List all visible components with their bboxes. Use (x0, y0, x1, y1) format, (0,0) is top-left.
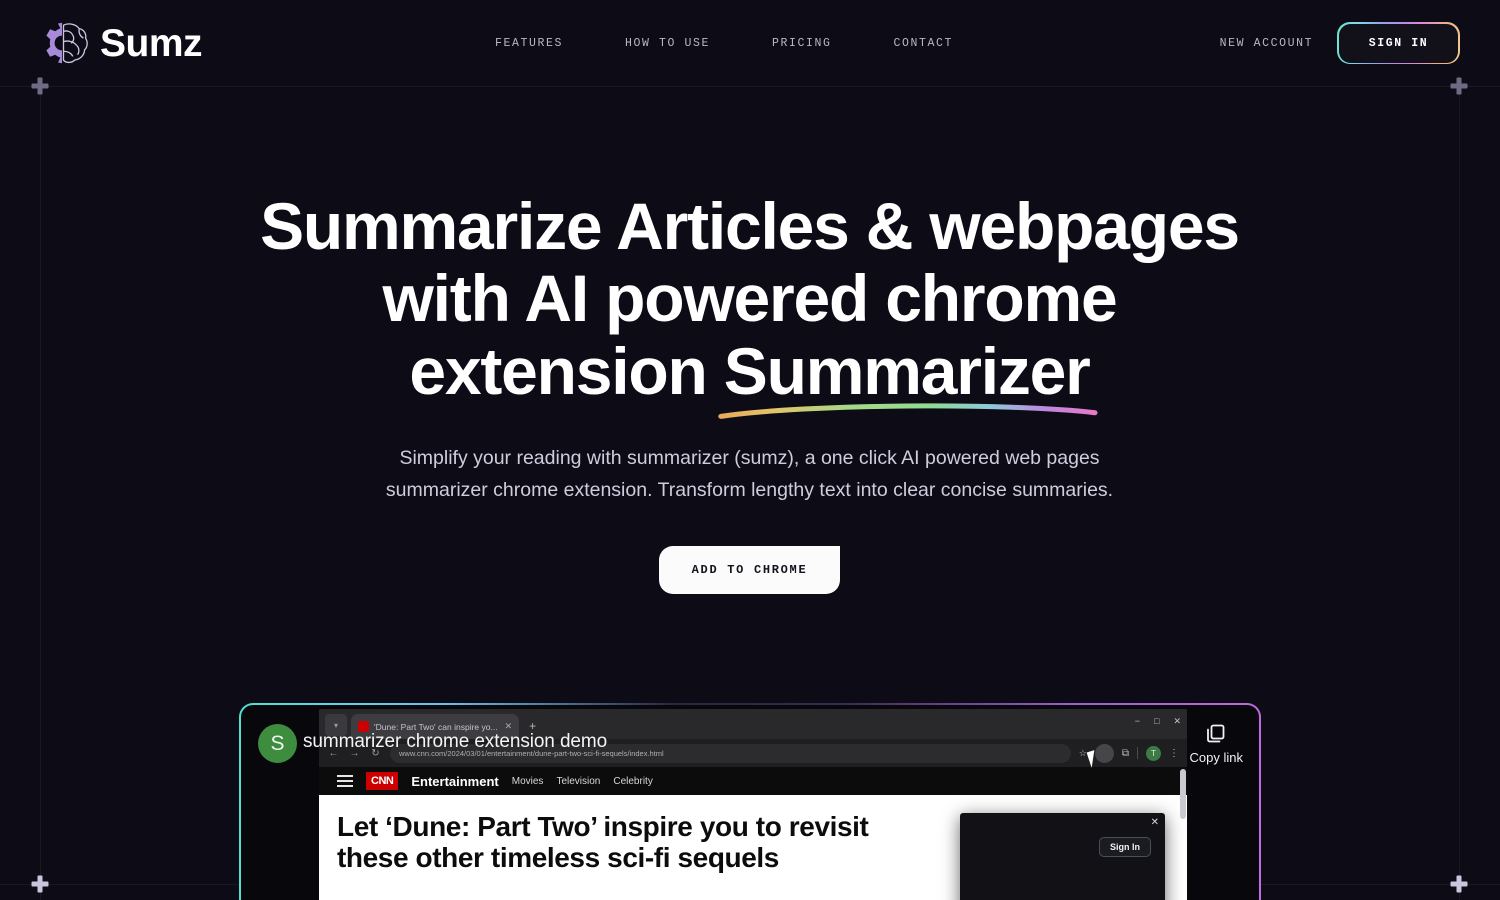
cnn-link-television[interactable]: Television (556, 776, 600, 787)
extension-sign-in-button[interactable]: Sign In (1099, 837, 1151, 857)
hero-highlight-text: Summarizer (723, 333, 1091, 408)
brand-logo[interactable]: Sumz (38, 17, 203, 69)
main-nav: FEATURES HOW TO USE PRICING CONTACT (495, 37, 953, 50)
gear-brain-icon (46, 22, 88, 64)
cnn-link-movies[interactable]: Movies (512, 776, 544, 787)
window-minimize-icon[interactable]: − (1135, 716, 1140, 727)
nav-item-pricing[interactable]: PRICING (772, 37, 832, 50)
sign-in-button-border: SIGN IN (1337, 21, 1460, 65)
nav-item-features[interactable]: FEATURES (495, 37, 563, 50)
window-maximize-icon[interactable]: □ (1154, 716, 1159, 727)
cnn-logo[interactable]: CNN (366, 772, 399, 790)
video-title: summarizer chrome extension demo (303, 731, 608, 752)
nav-item-how-to-use[interactable]: HOW TO USE (625, 37, 710, 50)
hero-title-line-1: Summarize Articles & webpages (260, 189, 1240, 263)
page-root: Sumz FEATURES HOW TO USE PRICING CONTACT… (0, 0, 1500, 900)
hero-subtitle: Simplify your reading with summarizer (s… (385, 446, 1114, 501)
page-title: Summarize Articles & webpages with AI po… (245, 189, 1255, 419)
window-controls: − □ ✕ (1135, 716, 1181, 727)
site-header: Sumz FEATURES HOW TO USE PRICING CONTACT… (0, 0, 1500, 86)
crosshair-marker-bottom-right (1450, 875, 1468, 893)
new-account-link[interactable]: NEW ACCOUNT (1220, 37, 1314, 50)
copy-link-icon (1207, 724, 1225, 743)
brand-name: Sumz (100, 21, 203, 65)
cnn-link-celebrity[interactable]: Celebrity (613, 776, 652, 787)
demo-video-card[interactable]: ▾ 'Dune: Part Two' can inspire yo... ✕ +… (239, 703, 1261, 900)
header-actions: NEW ACCOUNT SIGN IN (1220, 21, 1460, 65)
extensions-puzzle-icon[interactable]: ⧉ (1122, 748, 1129, 759)
window-close-icon[interactable]: ✕ (1173, 716, 1181, 727)
sign-in-button[interactable]: SIGN IN (1338, 23, 1459, 63)
hero-cta-row: ADD TO CHROME (40, 546, 1459, 595)
hero-title-line-2: with AI powered chrome (382, 261, 1118, 336)
cnn-article-page: CNN Entertainment Movies Television Cele… (319, 767, 1187, 900)
add-to-chrome-button[interactable]: ADD TO CHROME (658, 546, 841, 595)
guide-line-right (1459, 86, 1460, 900)
cnn-article-headline: Let ‘Dune: Part Two’ inspire you to revi… (337, 811, 869, 874)
copy-link-button[interactable]: Copy link (1190, 722, 1243, 765)
tab-title: 'Dune: Part Two' can inspire yo... (374, 721, 498, 732)
hero-title-line-3-prefix: extension (409, 333, 724, 408)
crosshair-marker-bottom-left (31, 875, 49, 893)
gradient-underline-icon (718, 403, 1098, 419)
page-scrollbar[interactable] (1180, 769, 1186, 819)
hero-title-highlight: Summarizer (718, 333, 1098, 419)
nav-item-contact[interactable]: CONTACT (894, 37, 954, 50)
demo-video-inner: ▾ 'Dune: Part Two' can inspire yo... ✕ +… (241, 705, 1259, 900)
bookmark-star-icon[interactable]: ☆ (1079, 748, 1087, 759)
browser-menu-icon[interactable]: ⋮ (1169, 748, 1179, 759)
hero-section: Summarize Articles & webpages with AI po… (40, 86, 1459, 595)
video-author-avatar: S (258, 724, 297, 763)
copy-link-label: Copy link (1189, 750, 1243, 765)
hamburger-menu-icon[interactable] (337, 775, 353, 787)
cnn-section-label: Entertainment (411, 773, 499, 789)
profile-avatar[interactable]: T (1146, 745, 1161, 761)
cnn-nav-bar: CNN Entertainment Movies Television Cele… (319, 767, 1187, 795)
toolbar-divider (1137, 747, 1138, 759)
extension-close-icon[interactable]: ✕ (1151, 817, 1159, 828)
extension-popup-panel: ✕ Sign In (960, 813, 1165, 900)
